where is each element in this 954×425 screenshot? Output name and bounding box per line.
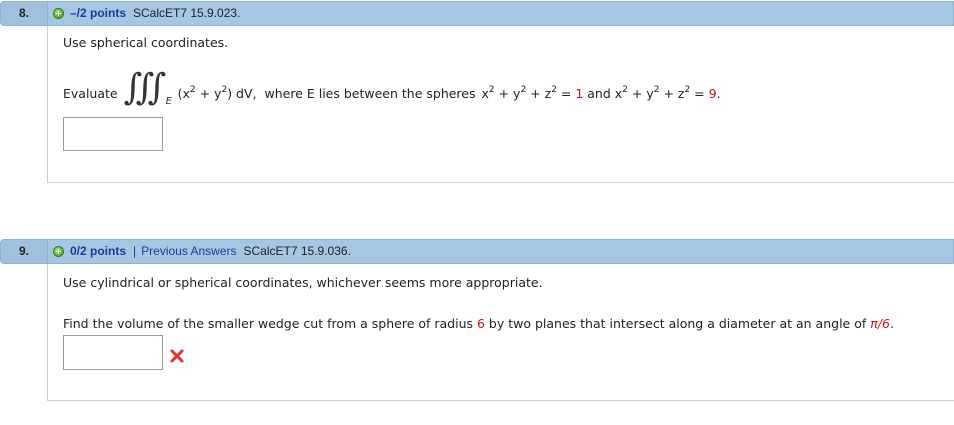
- points-label: 0/2 points: [70, 244, 127, 258]
- expand-plus-icon[interactable]: [53, 246, 64, 257]
- separator: |: [133, 244, 137, 258]
- radius-value: 6: [477, 316, 485, 331]
- incorrect-x-icon: [170, 349, 184, 363]
- triple-integral-symbol: ∫ ∫ ∫ E: [123, 67, 172, 108]
- problem-statement: Find the volume of the smaller wedge cut…: [63, 316, 894, 331]
- sphere-radius-2: 9: [708, 85, 717, 101]
- question-code: SCalcET7 15.9.036.: [243, 244, 351, 258]
- sphere-equation-1: x2 + y2 + z2 = 1: [481, 84, 584, 101]
- question-8-body: Use spherical coordinates. Evaluate ∫ ∫ …: [47, 26, 954, 183]
- previous-answers-link[interactable]: Previous Answers: [141, 240, 236, 263]
- answer-input[interactable]: [63, 117, 163, 151]
- evaluate-label: Evaluate: [63, 85, 118, 101]
- angle-value: π/6: [870, 316, 890, 331]
- integrand: (x2 + y2) dV,: [177, 84, 257, 101]
- expand-plus-icon[interactable]: [53, 8, 64, 19]
- points-label: –/2 points: [70, 6, 127, 20]
- instruction-text: Use cylindrical or spherical coordinates…: [63, 275, 543, 290]
- sphere-radius-1: 1: [575, 85, 584, 101]
- question-9-header: 9. 0/2 points | Previous Answers SCalcET…: [0, 239, 954, 264]
- question-number: 8.: [1, 2, 48, 25]
- where-text: where E lies between the spheres: [264, 85, 476, 101]
- question-number: 9.: [1, 240, 48, 263]
- sphere-equation-2: x2 + y2 + z2 = 9.: [614, 84, 721, 101]
- and-text: and: [583, 85, 615, 101]
- instruction-text: Use spherical coordinates.: [63, 35, 229, 50]
- question-8-header: 8. –/2 points SCalcET7 15.9.023.: [0, 1, 954, 26]
- question-9-body: Use cylindrical or spherical coordinates…: [47, 264, 954, 401]
- answer-input[interactable]: [63, 335, 163, 370]
- problem-statement: Evaluate ∫ ∫ ∫ E (x2 + y2) dV, where E l…: [63, 67, 721, 110]
- question-code: SCalcET7 15.9.023.: [133, 6, 241, 20]
